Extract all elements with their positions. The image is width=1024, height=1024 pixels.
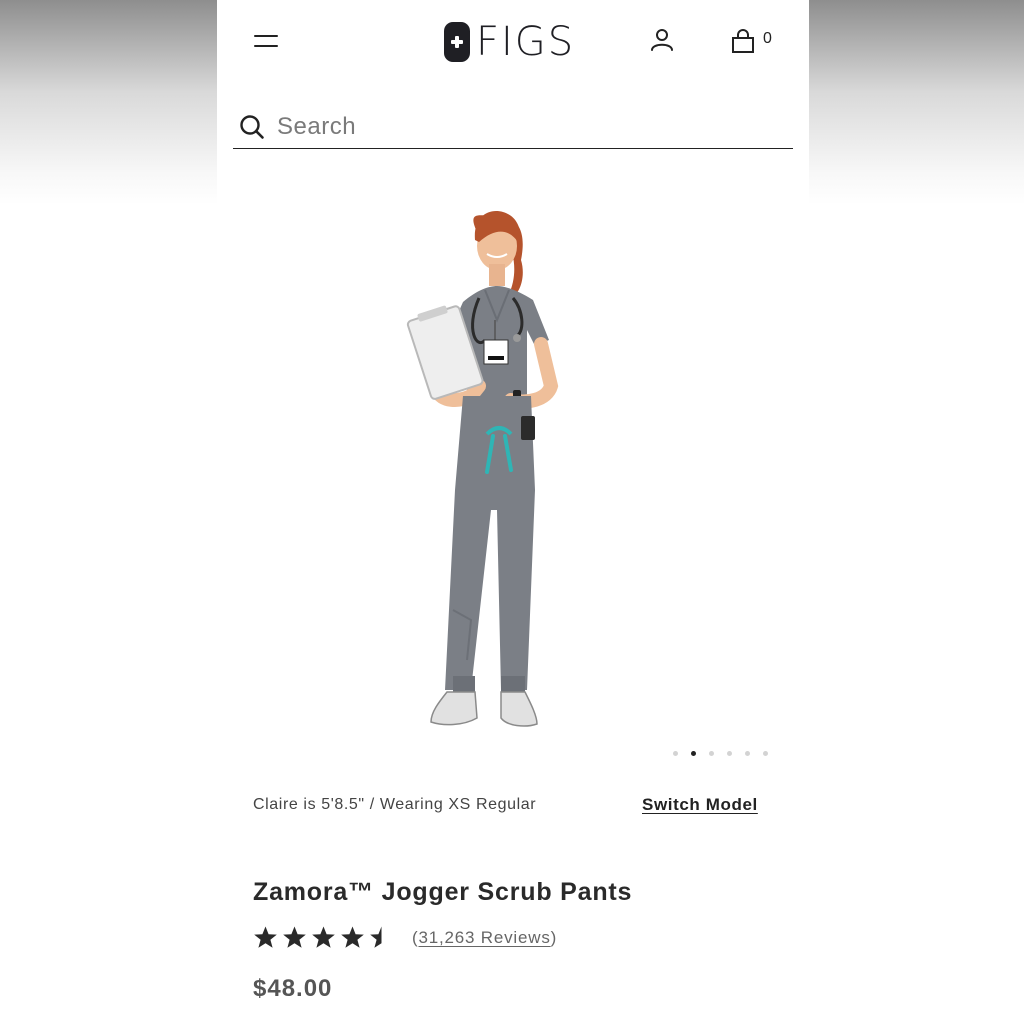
- figs-logo[interactable]: FIGS: [444, 18, 575, 66]
- switch-model-link[interactable]: Switch Model: [642, 795, 758, 815]
- cart-count-badge[interactable]: 0: [763, 30, 772, 48]
- star-full-icon: [283, 926, 306, 948]
- model-size-info: Claire is 5'8.5" / Wearing XS Regular: [253, 796, 537, 813]
- reviews-close-paren: ): [550, 927, 558, 947]
- logo-cross-icon: [444, 22, 470, 62]
- product-title: Zamora™ Jogger Scrub Pants: [253, 878, 633, 906]
- search-bar[interactable]: [233, 106, 793, 149]
- account-icon[interactable]: [648, 26, 676, 54]
- gallery-dot[interactable]: [745, 751, 750, 756]
- star-half-icon: [370, 926, 393, 948]
- reviews-link[interactable]: (31,263 Reviews): [412, 928, 557, 948]
- gallery-dot[interactable]: [727, 751, 732, 756]
- star-full-icon: [312, 926, 335, 948]
- gallery-dot[interactable]: [691, 751, 696, 756]
- gallery-pagination: [673, 751, 768, 756]
- gallery-dot[interactable]: [673, 751, 678, 756]
- gallery-dot[interactable]: [709, 751, 714, 756]
- product-price: $48.00: [253, 975, 333, 1002]
- shopping-bag-icon[interactable]: [730, 28, 756, 56]
- search-icon[interactable]: [239, 114, 265, 140]
- star-full-icon: [254, 926, 277, 948]
- product-page: FIGS 0 Search Claire is 5'8.5" / Wearing…: [217, 0, 809, 1024]
- search-input[interactable]: [275, 112, 759, 142]
- reviews-count[interactable]: 31,263 Reviews: [418, 928, 550, 947]
- logo-text: FIGS: [476, 19, 576, 65]
- product-model-image[interactable]: [367, 190, 627, 760]
- star-full-icon: [341, 926, 364, 948]
- rating-stars: [253, 925, 394, 950]
- product-rating[interactable]: (31,263 Reviews): [253, 925, 557, 950]
- right-backdrop: [809, 0, 1024, 1024]
- gallery-dot[interactable]: [763, 751, 768, 756]
- left-backdrop: [0, 0, 217, 1024]
- hamburger-menu-icon[interactable]: [253, 30, 279, 52]
